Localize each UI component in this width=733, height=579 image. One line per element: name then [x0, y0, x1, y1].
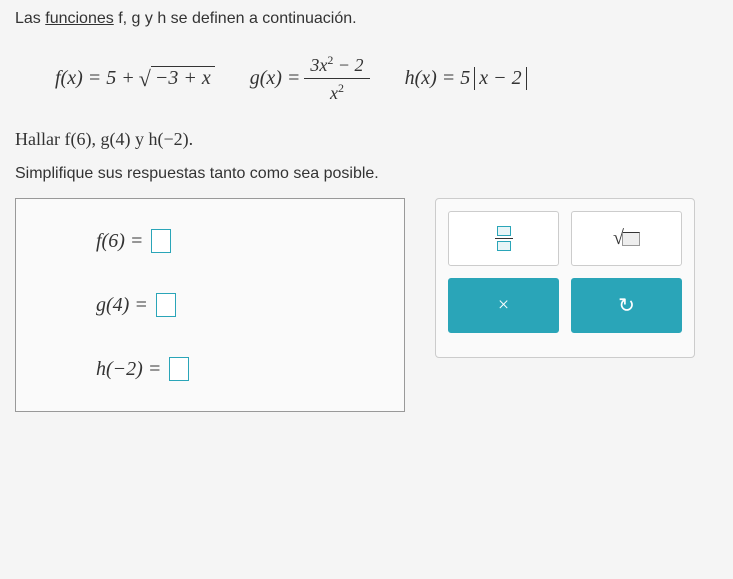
fraction-icon: 3x2 − 2 x2: [304, 53, 369, 104]
fraction-button[interactable]: [448, 211, 559, 266]
simplify-text: Simplifique sus respuestas tanto como se…: [15, 165, 718, 183]
answer-g-label: g(4) =: [96, 294, 148, 317]
equation-g: g(x) = 3x2 − 2 x2: [250, 53, 370, 104]
intro-text: Las funciones f, g y h se definen a cont…: [15, 10, 718, 28]
sqrt-icon: √−3 + x: [139, 66, 215, 92]
answer-g-input[interactable]: [156, 293, 176, 317]
fraction-icon: [495, 226, 513, 252]
answer-h-label: h(−2) =: [96, 358, 161, 381]
answer-f-label: f(6) =: [96, 230, 143, 253]
undo-icon: ↻: [618, 293, 635, 318]
answer-h-input[interactable]: [169, 357, 189, 381]
task-text: Hallar f(6), g(4) y h(−2).: [15, 129, 718, 150]
g-den-exp: 2: [338, 81, 344, 95]
g-lhs: g(x) =: [250, 67, 301, 90]
g-num-a: 3x: [310, 55, 327, 75]
answer-f-input[interactable]: [151, 229, 171, 253]
sqrt-icon: √: [613, 227, 640, 250]
g-num-b: − 2: [333, 55, 363, 75]
equations-row: f(x) = 5 + √−3 + x g(x) = 3x2 − 2 x2 h(x…: [55, 53, 718, 104]
equation-h: h(x) = 5 x − 2: [405, 67, 527, 90]
g-den-a: x: [330, 83, 338, 103]
intro-prefix: Las: [15, 10, 45, 27]
undo-button[interactable]: ↻: [571, 278, 682, 333]
answer-panel: f(6) = g(4) = h(−2) =: [15, 198, 405, 412]
clear-button[interactable]: ×: [448, 278, 559, 333]
equation-f: f(x) = 5 + √−3 + x: [55, 66, 215, 92]
answer-g-row: g(4) =: [96, 293, 374, 317]
f-sqrt-arg: −3 + x: [151, 66, 215, 90]
answer-h-row: h(−2) =: [96, 357, 374, 381]
times-icon: ×: [498, 294, 509, 317]
f-lhs: f(x) = 5 +: [55, 67, 135, 90]
abs-bars: x − 2: [474, 67, 526, 90]
math-toolbar: √ × ↻: [435, 198, 695, 358]
answer-f-row: f(6) =: [96, 229, 374, 253]
intro-suffix: f, g y h se definen a continuación.: [114, 10, 357, 27]
sqrt-button[interactable]: √: [571, 211, 682, 266]
h-lhs: h(x) = 5: [405, 67, 471, 90]
functions-link[interactable]: funciones: [45, 10, 114, 27]
